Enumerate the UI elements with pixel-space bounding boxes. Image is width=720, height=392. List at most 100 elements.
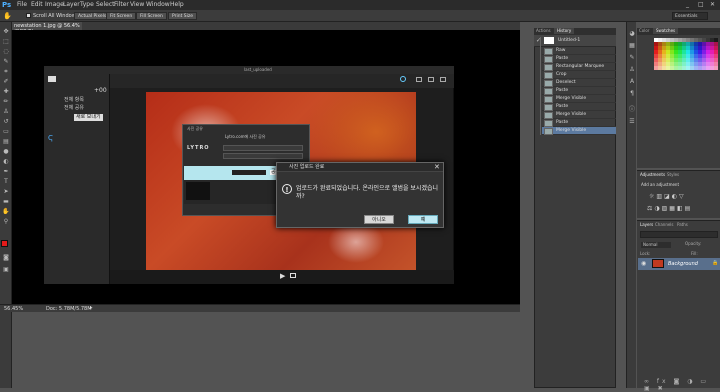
scroll-all-checkbox[interactable] [26,13,31,18]
color-swatch[interactable] [662,54,666,58]
history-item-selected[interactable]: Merge Visible [542,127,616,135]
color-swatch[interactable] [662,38,666,42]
workspace-select[interactable]: Essentials [672,12,708,20]
color-swatch[interactable] [714,46,718,50]
brush-tool-icon[interactable]: ✏ [2,98,10,106]
color-swatch[interactable] [682,58,686,62]
color-swatch[interactable] [702,42,706,46]
color-swatch[interactable] [670,42,674,46]
dialog-close-icon[interactable]: ✕ [434,163,440,171]
properties-panel-icon[interactable]: ☰ [628,118,636,126]
color-swatch[interactable] [666,38,670,42]
fill-screen-button[interactable]: Fill Screen [136,12,167,20]
menu-image[interactable]: Image [45,2,64,8]
menu-edit[interactable]: Edit [31,2,43,8]
color-swatch[interactable] [714,50,718,54]
history-item[interactable]: Merge Visible [542,111,616,119]
color-swatch[interactable] [662,66,666,70]
color-swatch[interactable] [702,66,706,70]
swatch-grid[interactable] [654,38,718,76]
clone-panel-icon[interactable]: ♙ [628,66,636,74]
path-select-tool-icon[interactable]: ➤ [2,188,10,196]
color-swatch[interactable] [706,50,710,54]
hand-tool-icon[interactable]: ✋ [3,12,12,20]
color-swatch[interactable] [706,42,710,46]
color-swatch[interactable] [654,46,658,50]
color-swatch[interactable] [702,62,706,66]
color-swatch[interactable] [682,50,686,54]
color-swatch[interactable] [702,50,706,54]
color-swatch[interactable] [682,46,686,50]
color-swatch[interactable] [690,54,694,58]
shape-tool-icon[interactable]: ▬ [2,198,10,206]
color-swatch[interactable] [698,54,702,58]
color-swatch[interactable] [690,46,694,50]
color-swatch[interactable] [678,50,682,54]
print-size-button[interactable]: Print Size [168,12,198,20]
color-swatch[interactable] [666,50,670,54]
color-swatch[interactable] [698,46,702,50]
color-swatch[interactable] [706,58,710,62]
healing-tool-icon[interactable]: ✚ [2,88,10,96]
color-swatch[interactable] [706,38,710,42]
menu-help[interactable]: Help [170,2,184,8]
color-swatch[interactable] [694,58,698,62]
layer-filter[interactable] [640,231,718,238]
color-swatch[interactable] [694,54,698,58]
quick-select-tool-icon[interactable]: ✎ [2,58,10,66]
color-swatch[interactable] [670,46,674,50]
color-swatch[interactable] [702,38,706,42]
tab-color[interactable]: Color [639,29,649,33]
color-swatch[interactable] [658,62,662,66]
minimize-icon[interactable]: _ [686,1,689,8]
tab-actions[interactable]: Actions [536,29,551,33]
menu-select[interactable]: Select [96,2,115,8]
color-swatch[interactable] [678,62,682,66]
paragraph-panel-icon[interactable]: ¶ [628,90,636,98]
color-swatch[interactable] [698,50,702,54]
color-swatch[interactable] [690,50,694,54]
color-swatch[interactable] [706,62,710,66]
color-swatch[interactable] [710,54,714,58]
color-swatch[interactable] [662,62,666,66]
zoom-tool-icon[interactable]: ⚲ [2,218,10,226]
menu-view[interactable]: View [130,2,144,8]
menu-filter[interactable]: Filter [114,2,129,8]
color-swatch[interactable] [678,38,682,42]
history-item[interactable]: Paste [542,103,616,111]
color-swatch[interactable] [666,58,670,62]
swatches-panel-icon[interactable]: ▦ [628,42,636,50]
color-swatch[interactable] [714,42,718,46]
history-item[interactable]: Merge Visible [542,95,616,103]
character-panel-icon[interactable]: A [628,78,636,86]
color-swatch[interactable] [658,50,662,54]
visibility-eye-icon[interactable]: ◉ [641,260,646,267]
color-swatch[interactable] [666,46,670,50]
color-swatch[interactable] [666,62,670,66]
color-swatch[interactable] [686,54,690,58]
color-swatch[interactable] [678,66,682,70]
color-swatch[interactable] [710,58,714,62]
close-icon[interactable]: ✕ [710,1,715,8]
menu-type[interactable]: Type [80,2,94,8]
document-tab[interactable]: newstation 1.jpg @ 56.4% (RGB/8) [12,22,82,35]
color-swatch[interactable] [698,62,702,66]
fit-screen-button[interactable]: Fit Screen [106,12,137,20]
menu-file[interactable]: File [17,2,27,8]
marquee-tool-icon[interactable]: ⬚ [2,38,10,46]
color-swatch[interactable] [714,62,718,66]
color-swatch[interactable] [670,58,674,62]
color-swatch[interactable] [682,66,686,70]
color-swatch[interactable] [702,46,706,50]
tab-channels[interactable]: Channels [655,223,674,227]
color-swatch[interactable] [662,46,666,50]
status-menu-icon[interactable]: ▸ [90,306,93,311]
color-swatch[interactable] [714,58,718,62]
color-swatch[interactable] [710,46,714,50]
move-tool-icon[interactable]: ✥ [2,28,10,36]
history-item[interactable]: Raw [542,47,616,55]
layers-footer-icons[interactable]: ∞ fx ◙ ◑ ▭ ▣ ✖ [644,378,720,392]
stamp-tool-icon[interactable]: ♙ [2,108,10,116]
color-swatch[interactable] [694,66,698,70]
crop-tool-icon[interactable]: ⌗ [2,68,10,76]
